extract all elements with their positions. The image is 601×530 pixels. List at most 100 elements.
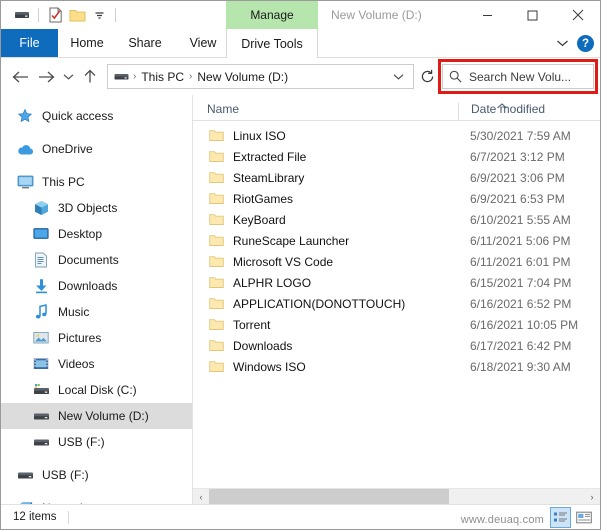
sidebar-item-music[interactable]: Music: [1, 299, 192, 325]
title-bar: Manage New Volume (D:): [1, 1, 600, 29]
properties-icon[interactable]: [44, 4, 66, 26]
breadcrumb-new-volume[interactable]: New Volume (D:): [193, 70, 292, 84]
sidebar-item-label: Pictures: [58, 331, 102, 345]
folder-icon: [209, 276, 224, 289]
date-modified-cell: 6/9/2021 3:06 PM: [470, 170, 565, 185]
tab-view[interactable]: View: [174, 29, 232, 57]
star-icon: [15, 108, 35, 124]
horizontal-scrollbar[interactable]: ‹ ›: [193, 488, 600, 505]
folder-icon: [209, 171, 224, 184]
table-row[interactable]: APPLICATION(DONOTTOUCH) 6/16/2021 6:52 PM: [193, 293, 600, 314]
sidebar-item-quick-access[interactable]: Quick access: [1, 103, 192, 129]
back-button[interactable]: [7, 64, 33, 90]
scrollbar-thumb[interactable]: [209, 488, 449, 505]
sidebar-item-pictures[interactable]: Pictures: [1, 325, 192, 351]
details-view-icon[interactable]: [550, 507, 571, 528]
table-row[interactable]: Torrent 6/16/2021 10:05 PM: [193, 314, 600, 335]
table-row[interactable]: KeyBoard 6/10/2021 5:55 AM: [193, 209, 600, 230]
folder-icon: [209, 150, 224, 163]
refresh-button[interactable]: [414, 64, 440, 90]
drive-icon: [114, 71, 129, 83]
folder-icon: [209, 255, 224, 268]
table-row[interactable]: Downloads 6/17/2021 6:42 PM: [193, 335, 600, 356]
column-header-date-modified[interactable]: Date modified: [458, 102, 545, 120]
close-button[interactable]: [555, 1, 600, 29]
sidebar-item-label: Videos: [58, 357, 95, 371]
search-input[interactable]: Search New Volu...: [442, 64, 594, 89]
sidebar-item-network[interactable]: Network: [1, 495, 192, 504]
sidebar-item-usb-f[interactable]: USB (F:): [1, 429, 192, 455]
item-count-label: 12 items: [13, 511, 57, 523]
music-icon: [31, 304, 51, 320]
scrollbar-track[interactable]: [209, 488, 584, 505]
breadcrumb[interactable]: › This PC › New Volume (D:): [107, 64, 414, 89]
file-name-cell: KeyBoard: [193, 213, 458, 227]
table-row[interactable]: Linux ISO 5/30/2021 7:59 AM: [193, 125, 600, 146]
date-modified-cell: 6/11/2021 6:01 PM: [470, 254, 571, 269]
chevron-down-icon[interactable]: [386, 68, 411, 86]
forward-button[interactable]: [33, 64, 59, 90]
chevron-down-icon[interactable]: [556, 35, 569, 53]
file-name-cell: Downloads: [193, 339, 458, 353]
sidebar-item-downloads[interactable]: Downloads: [1, 273, 192, 299]
file-name-cell: Microsoft VS Code: [193, 255, 458, 269]
column-header-name[interactable]: Name: [193, 95, 458, 120]
folder-icon: [209, 297, 224, 310]
table-row[interactable]: RiotGames 6/9/2021 6:53 PM: [193, 188, 600, 209]
tab-drive-tools[interactable]: Drive Tools: [226, 29, 318, 58]
large-icons-view-icon[interactable]: [573, 507, 594, 528]
scroll-right-button[interactable]: ›: [584, 489, 600, 505]
explorer-body: Quick access OneDrive This PC 3D Objects Des…: [1, 95, 600, 505]
date-modified-cell: 6/7/2021 3:12 PM: [470, 149, 565, 164]
drive-icon[interactable]: [11, 4, 33, 26]
address-bar: › This PC › New Volume (D:) Search New V…: [1, 58, 600, 95]
videos-icon: [31, 356, 51, 372]
watermark: www.deuaq.com: [460, 514, 544, 526]
desktop-icon: [31, 226, 51, 242]
file-rows: Linux ISO 5/30/2021 7:59 AM Extracted File…: [193, 121, 600, 488]
date-modified-cell: 6/10/2021 5:55 AM: [470, 212, 571, 227]
help-button[interactable]: ?: [577, 35, 594, 52]
chevron-down-icon[interactable]: [88, 4, 110, 26]
minimize-button[interactable]: [465, 1, 510, 29]
maximize-button[interactable]: [510, 1, 555, 29]
table-row[interactable]: Windows ISO 6/18/2021 9:30 AM: [193, 356, 600, 377]
tab-share[interactable]: Share: [116, 29, 174, 57]
file-name-cell: Windows ISO: [193, 360, 458, 374]
sidebar-item-new-volume-d[interactable]: New Volume (D:): [1, 403, 192, 429]
folder-icon: [209, 234, 224, 247]
ribbon-tab-bar: File Home Share View Drive Tools ?: [1, 29, 600, 58]
recent-locations-button[interactable]: [59, 64, 77, 90]
sidebar-item-label: Documents: [58, 253, 119, 267]
sidebar-item-usb-f[interactable]: USB (F:): [1, 462, 192, 488]
window-title: New Volume (D:): [331, 8, 422, 22]
tab-home[interactable]: Home: [58, 29, 116, 57]
folder-icon: [209, 129, 224, 142]
sidebar-item-desktop[interactable]: Desktop: [1, 221, 192, 247]
sidebar-item-label: Downloads: [58, 279, 118, 293]
table-row[interactable]: Microsoft VS Code 6/11/2021 6:01 PM: [193, 251, 600, 272]
contextual-header: Manage: [226, 1, 318, 29]
sidebar-item-documents[interactable]: Documents: [1, 247, 192, 273]
status-bar: 12 items www.deuaq.com: [1, 504, 600, 529]
table-row[interactable]: SteamLibrary 6/9/2021 3:06 PM: [193, 167, 600, 188]
scroll-left-button[interactable]: ‹: [193, 489, 209, 505]
table-row[interactable]: ALPHR LOGO 6/15/2021 7:04 PM: [193, 272, 600, 293]
sidebar-item-onedrive[interactable]: OneDrive: [1, 136, 192, 162]
sidebar-item-videos[interactable]: Videos: [1, 351, 192, 377]
sidebar-item-3d-objects[interactable]: 3D Objects: [1, 195, 192, 221]
date-modified-cell: 6/17/2021 6:42 PM: [470, 338, 572, 353]
up-button[interactable]: [77, 64, 103, 90]
table-row[interactable]: RuneScape Launcher 6/11/2021 5:06 PM: [193, 230, 600, 251]
new-folder-icon[interactable]: [66, 4, 88, 26]
tab-file[interactable]: File: [1, 29, 58, 57]
file-name-label: RuneScape Launcher: [233, 233, 350, 248]
table-row[interactable]: Extracted File 6/7/2021 3:12 PM: [193, 146, 600, 167]
file-list-pane: Name Date modified Linux ISO 5/30/2021 7:…: [193, 95, 600, 505]
breadcrumb-this-pc[interactable]: This PC: [137, 70, 188, 84]
sidebar-item-this-pc[interactable]: This PC: [1, 169, 192, 195]
sidebar-item-local-disk-c[interactable]: Local Disk (C:): [1, 377, 192, 403]
file-name-label: Downloads: [233, 338, 293, 353]
search-placeholder: Search New Volu...: [469, 69, 572, 84]
